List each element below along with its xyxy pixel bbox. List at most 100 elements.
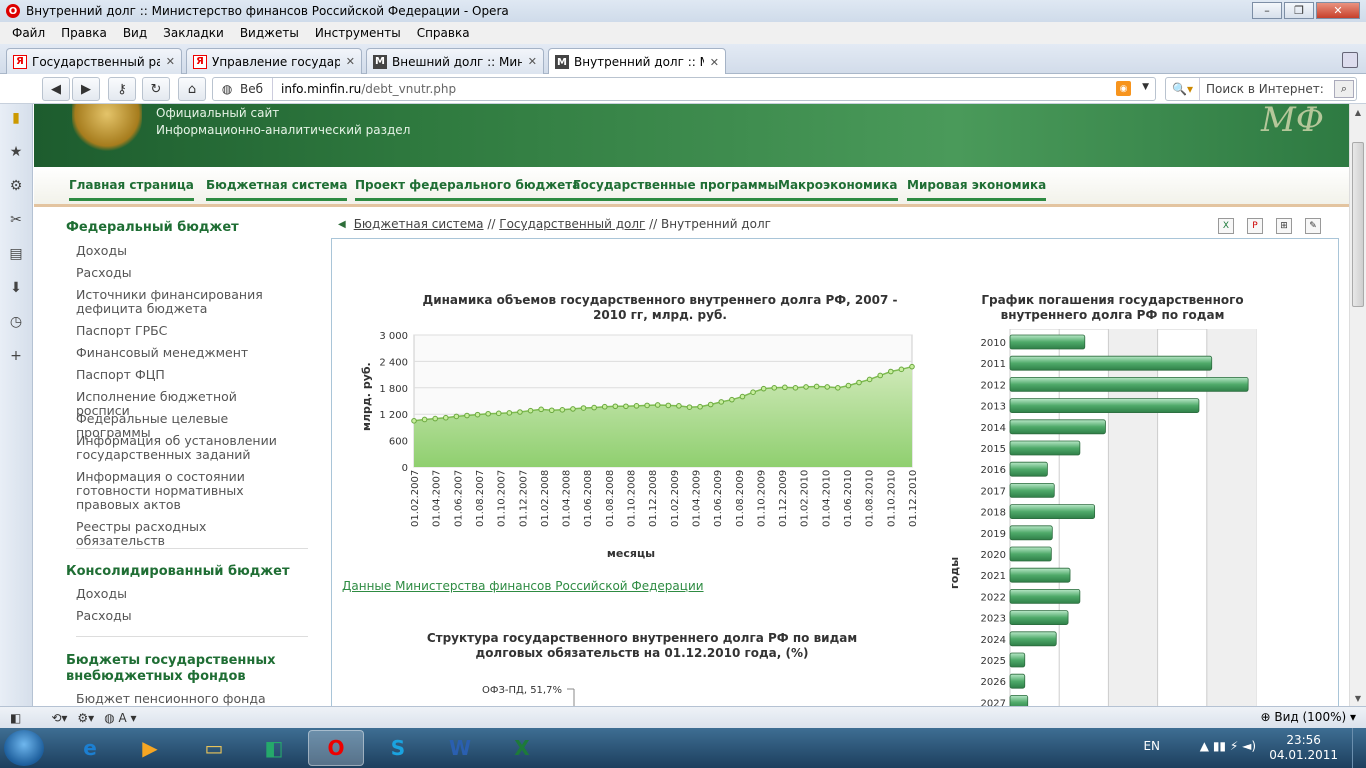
url-text[interactable]: info.minfin.ru/debt_vnutr.php [273,82,456,96]
unite-icon[interactable]: ⚙▾ [77,711,94,725]
bookmarks-panel-icon[interactable]: ★ [6,142,26,162]
search-box[interactable]: 🔍▾ Поиск в Интернет: Поиск ⌕ [1165,77,1357,101]
tab-4-active[interactable]: M Внутренний долг :: М... ✕ [548,48,726,75]
app-icon[interactable]: ◧ [246,730,302,766]
start-button[interactable] [4,730,44,766]
sidebar-item[interactable]: Доходы [76,244,286,258]
search-go-icon[interactable]: ⌕ [1334,80,1354,98]
close-button[interactable]: ✕ [1316,2,1360,19]
tab-1[interactable]: Я Государственный рас... ✕ [6,48,182,74]
media-player-icon[interactable]: ▶ [122,730,178,766]
sidebar-item[interactable]: Финансовый менеджмент [76,346,286,360]
sidebar-heading-consolidated[interactable]: Консолидированный бюджет [66,564,296,580]
tab-3[interactable]: M Внешний долг :: Мин... ✕ [366,48,544,74]
word-icon[interactable]: W [432,730,488,766]
sidebar-item[interactable]: Источники финансирования дефицита бюджет… [76,288,286,316]
sidebar-item[interactable]: Паспорт ГРБС [76,324,286,338]
sidebar-item[interactable]: Расходы [76,266,286,280]
excel-icon[interactable]: X [1218,218,1234,234]
tray-icons[interactable]: ▲ ▮▮ ⚡ ◄) [1200,739,1256,753]
menu-file[interactable]: Файл [4,26,53,40]
debt-structure-pie-chart: ОФЗ-ПД, 51,7% [482,685,575,706]
menu-help[interactable]: Справка [409,26,478,40]
show-desktop-button[interactable] [1352,728,1366,768]
history-panel-icon[interactable]: ◷ [6,312,26,332]
edit-icon[interactable]: ✎ [1305,218,1321,234]
sidebar-item[interactable]: Паспорт ФЦП [76,368,286,382]
nav-home[interactable]: Главная страница [69,178,194,201]
sidebar-heading-funds[interactable]: Бюджеты государственных внебюджетных фон… [66,653,296,685]
breadcrumb-link-budget[interactable]: Бюджетная система [354,217,484,231]
menu-bookmarks[interactable]: Закладки [155,26,232,40]
nav-budget-system[interactable]: Бюджетная система [206,178,348,201]
opera-taskbar-icon[interactable]: O [308,730,364,766]
tab-2[interactable]: Я Управление государс... ✕ [186,48,362,74]
nav-world-economy[interactable]: Мировая экономика [907,178,1047,201]
rss-icon[interactable]: ◉ [1116,81,1131,96]
trash-icon[interactable] [1342,52,1358,68]
home-button[interactable]: ⌂ [178,77,206,101]
sidebar-heading-federal[interactable]: Федеральный бюджет [66,220,296,236]
panel-toggle-icon[interactable]: ▮ [6,108,26,128]
data-point [845,382,852,389]
nav-federal-budget-project[interactable]: Проект федерального бюджета [355,178,581,201]
menu-view[interactable]: Вид [115,26,155,40]
back-button[interactable]: ◀ [42,77,70,101]
breadcrumb-link-debt[interactable]: Государственный долг [499,217,645,231]
sync-icon[interactable]: ⟲▾ [51,711,67,725]
skype-icon[interactable]: S [370,730,426,766]
key-icon[interactable]: ⚷ [108,77,136,101]
menu-edit[interactable]: Правка [53,26,115,40]
tab-close-icon[interactable]: ✕ [166,55,175,68]
scrollbar-thumb[interactable] [1352,142,1364,307]
downloads-panel-icon[interactable]: ⬇ [6,278,26,298]
sidebar-item[interactable]: Бюджет пенсионного фонда РФ [76,692,286,707]
notes-panel-icon[interactable]: ▤ [6,244,26,264]
chevron-down-icon[interactable]: ▼ [1142,82,1149,92]
widgets-panel-icon[interactable]: ⚙ [6,176,26,196]
sidebar-item[interactable]: Доходы [76,587,286,601]
y-axis-label: годы [948,557,961,589]
excel-taskbar-icon[interactable]: X [494,730,550,766]
tab-close-icon[interactable]: ✕ [710,56,719,69]
web-mode-badge[interactable]: ◍ Веб [213,78,273,100]
x-tick-label: 01.06.2009 [713,470,724,527]
zoom-control[interactable]: ⊕ Вид (100%) ▾ [1260,710,1356,724]
nav-macroeconomics[interactable]: Макроэкономика [778,178,898,201]
address-bar[interactable]: ◍ Веб info.minfin.ru/debt_vnutr.php ◉ ▼ [212,77,1156,101]
menu-widgets[interactable]: Виджеты [232,26,307,40]
sidebar-item[interactable]: Реестры расходных обязательств [76,520,286,548]
maximize-button[interactable]: ❐ [1284,2,1314,19]
sidebar-item[interactable]: Информация о состоянии готовности нормат… [76,470,286,512]
search-engine-icon[interactable]: 🔍▾ [1166,78,1200,100]
data-point [654,402,661,408]
sidebar-item[interactable]: Информация об установлении государственн… [76,434,286,462]
source-link[interactable]: Данные Министерства финансов Российской … [342,579,704,593]
export-tools: X P ⊞ ✎ [1205,218,1321,234]
minfin-logo[interactable]: МФ [1261,104,1324,140]
scroll-up-icon[interactable]: ▲ [1350,104,1366,120]
turbo-icon[interactable]: ◍ A ▾ [104,711,136,725]
minimize-button[interactable]: – [1252,2,1282,19]
scroll-down-icon[interactable]: ▼ [1350,690,1366,706]
search-input[interactable]: Поиск в Интернет: Поиск [1200,82,1326,96]
internet-explorer-icon[interactable]: e [62,730,118,766]
language-indicator[interactable]: EN [1143,739,1160,753]
menu-tools[interactable]: Инструменты [307,26,409,40]
pdf-icon[interactable]: P [1247,218,1263,234]
links-panel-icon[interactable]: ✂ [6,210,26,230]
sitemap-icon[interactable]: ⊞ [1276,218,1292,234]
vertical-scrollbar[interactable]: ▲ ▼ [1349,104,1366,706]
clock[interactable]: 23:56 04.01.2011 [1269,733,1338,763]
explorer-folder-icon[interactable]: ▭ [186,730,242,766]
add-panel-icon[interactable]: + [6,346,26,366]
tab-close-icon[interactable]: ✕ [346,55,355,68]
clock-date: 04.01.2011 [1269,748,1338,762]
reload-button[interactable]: ↻ [142,77,170,101]
forward-button[interactable]: ▶ [72,77,100,101]
panel-toggle-icon[interactable]: ◧ [10,711,21,725]
tab-close-icon[interactable]: ✕ [528,55,537,68]
nav-state-programs[interactable]: Государственные программы [573,178,779,201]
sidebar-item[interactable]: Расходы [76,609,286,623]
x-tick-label: 01.06.2007 [453,470,464,527]
